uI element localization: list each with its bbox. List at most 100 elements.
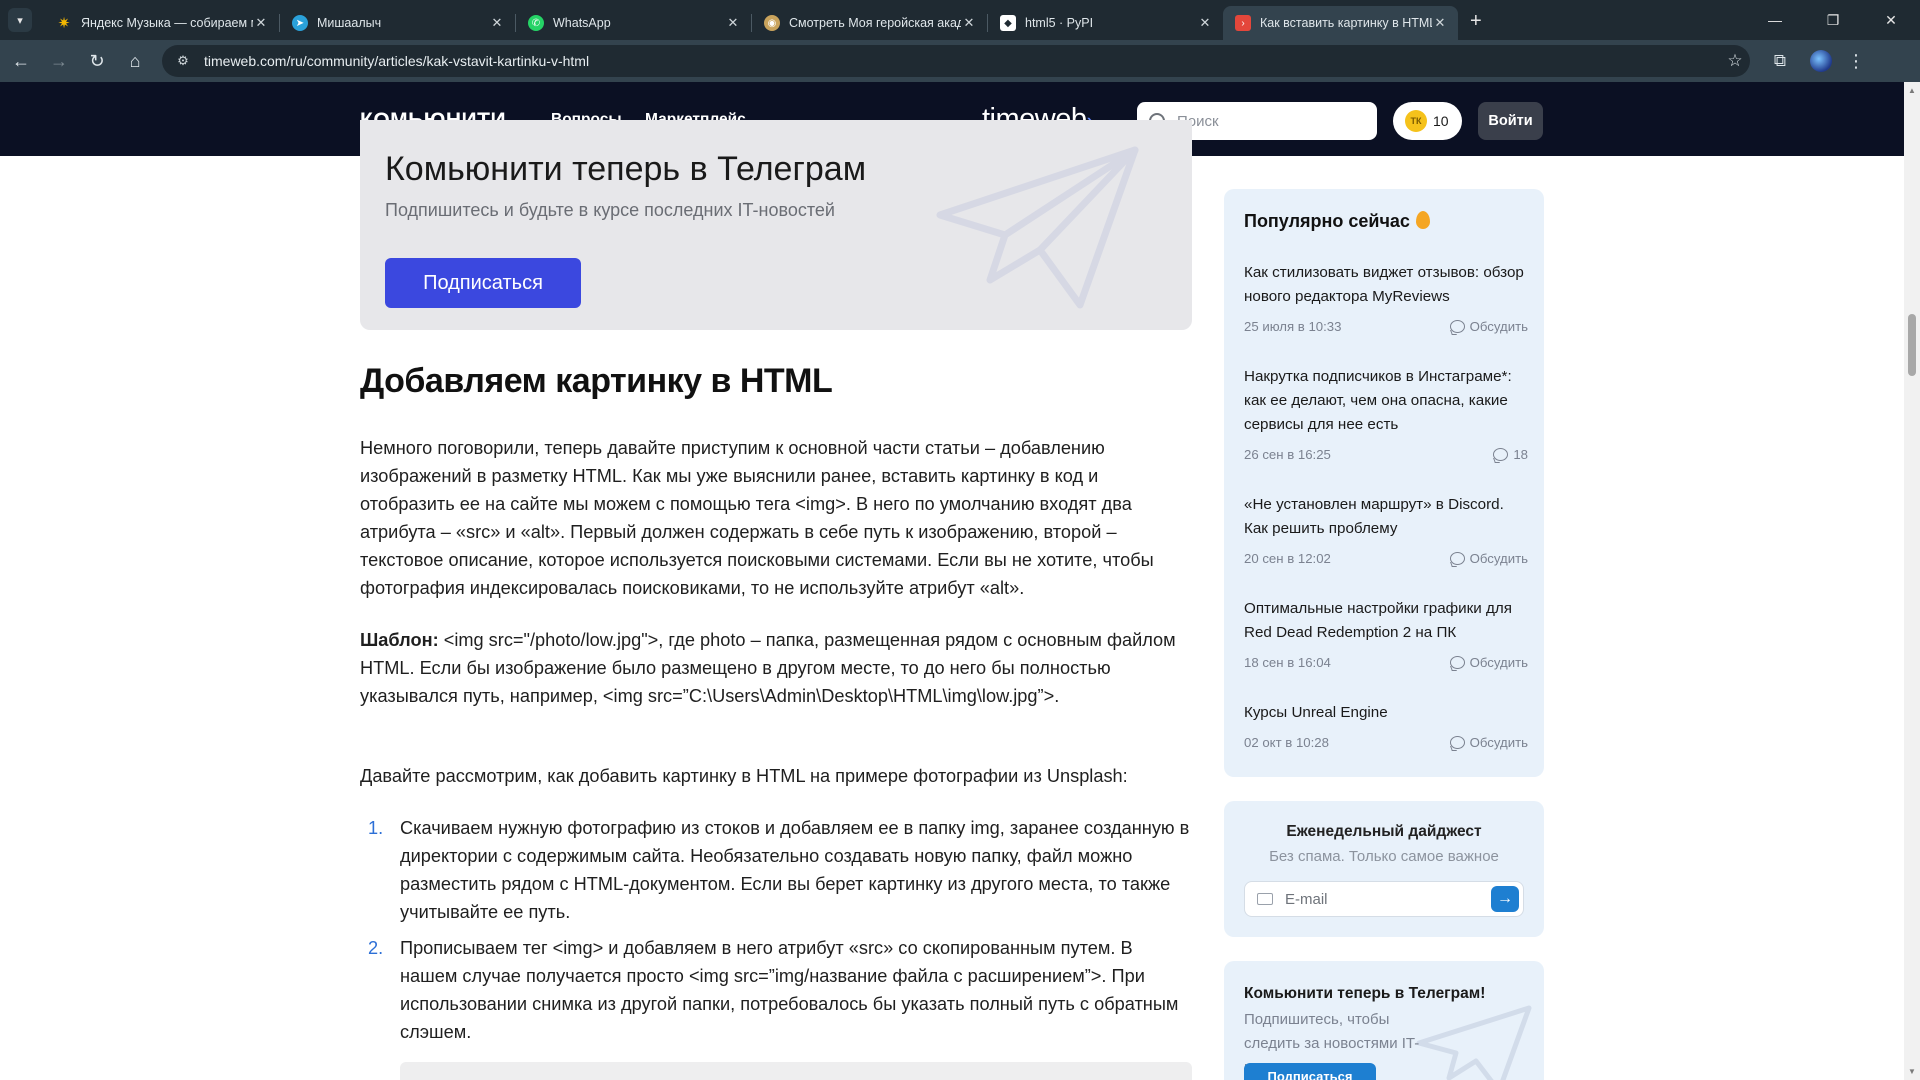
article-paragraph-1: Немного поговорили, теперь давайте прист…	[360, 438, 1154, 598]
close-icon[interactable]: ✕	[725, 15, 741, 31]
tab-pypi[interactable]: ◆ html5 · PyPI ✕	[988, 6, 1223, 40]
tab-title: Смотреть Моя геройская акад	[789, 16, 961, 30]
popular-item-title[interactable]: Курсы Unreal Engine	[1244, 701, 1528, 725]
scroll-up-icon[interactable]: ▲	[1908, 86, 1916, 95]
tab-title: Мишаалыч	[317, 16, 382, 30]
browser-tab-strip: ▾ ✷ Яндекс Музыка — собираем м ✕ ➤ Мишаа…	[0, 0, 1920, 40]
forward-arrow-icon[interactable]: →	[42, 44, 76, 78]
discuss-label: Обсудить	[1469, 735, 1528, 750]
scrollbar-thumb[interactable]	[1908, 314, 1916, 376]
fire-icon	[1415, 211, 1430, 229]
comments-count-link[interactable]: 18	[1493, 447, 1528, 462]
menu-dots-icon[interactable]: ⋮	[1844, 51, 1868, 72]
tab-title: Яндекс Музыка — собираем м	[81, 16, 253, 30]
restore-icon[interactable]: ❐	[1804, 0, 1862, 40]
close-window-icon[interactable]: ✕	[1862, 0, 1920, 40]
tab-timeweb-active[interactable]: › Как вставить картинку в HTML ✕	[1223, 6, 1458, 40]
anime-icon: ◉	[764, 15, 780, 31]
weekly-digest-panel: Еженедельный дайджест Без спама. Только …	[1224, 801, 1544, 937]
new-tab-plus-icon[interactable]: +	[1470, 10, 1482, 33]
close-icon[interactable]: ✕	[489, 15, 505, 31]
tab-title: Как вставить картинку в HTML	[1260, 16, 1432, 30]
comments-count: 18	[1513, 447, 1528, 462]
discuss-link[interactable]: Обсудить	[1449, 735, 1528, 750]
back-arrow-icon[interactable]: ←	[4, 44, 38, 78]
telegram-plane-icon	[936, 146, 1139, 309]
list-text: Прописываем тег <img> и добавляем в него…	[400, 938, 1179, 1042]
bookmark-star-icon[interactable]: ☆	[1720, 51, 1750, 71]
list-item: 2. Прописываем тег <img> и добавляем в н…	[360, 934, 1192, 1046]
close-icon[interactable]: ✕	[253, 15, 269, 31]
reload-icon[interactable]: ↻	[80, 44, 114, 78]
popular-item-title[interactable]: Оптимальные настройки графики для Red De…	[1244, 597, 1528, 645]
coins-count: 10	[1433, 113, 1449, 129]
discuss-label: Обсудить	[1469, 319, 1528, 334]
subscribe-button[interactable]: Подписаться	[385, 258, 581, 308]
login-button[interactable]: Войти	[1478, 102, 1543, 140]
email-field[interactable]: E-mail →	[1244, 881, 1524, 917]
submit-arrow-button[interactable]: →	[1491, 886, 1519, 912]
popular-item-title[interactable]: «Не установлен маршрут» в Discord. Как р…	[1244, 493, 1528, 541]
page-scrollbar[interactable]: ▲ ▼	[1904, 82, 1920, 1080]
popular-item-date: 25 июля в 10:33	[1244, 319, 1342, 334]
extensions-puzzle-icon[interactable]: ⧉	[1762, 51, 1798, 71]
profile-avatar[interactable]	[1810, 50, 1832, 72]
tg-subscribe-button[interactable]: Подписаться	[1244, 1063, 1376, 1080]
banner-title: Комьюнити теперь в Телеграм	[385, 150, 867, 188]
coins-balance[interactable]: ТК 10	[1393, 102, 1462, 140]
list-number: 1.	[368, 818, 384, 838]
close-icon[interactable]: ✕	[1197, 15, 1213, 31]
popular-item[interactable]: Накрутка подписчиков в Инстаграме*: как …	[1244, 365, 1528, 462]
comment-icon	[1493, 448, 1509, 461]
discuss-link[interactable]: Обсудить	[1449, 551, 1528, 566]
popular-item-date: 02 окт в 10:28	[1244, 735, 1329, 750]
tab-anime[interactable]: ◉ Смотреть Моя геройская акад ✕	[752, 6, 987, 40]
code-block-top	[400, 1062, 1192, 1080]
timeweb-icon: ›	[1235, 15, 1251, 31]
popular-item-title[interactable]: Как стилизовать виджет отзывов: обзор но…	[1244, 261, 1528, 309]
home-icon[interactable]: ⌂	[118, 44, 152, 78]
digest-subtitle: Без спама. Только самое важное	[1269, 848, 1499, 865]
popular-item[interactable]: Курсы Unreal Engine 02 окт в 10:28 Обсуди…	[1244, 701, 1528, 750]
email-placeholder: E-mail	[1285, 890, 1328, 908]
popular-item[interactable]: Как стилизовать виджет отзывов: обзор но…	[1244, 261, 1528, 334]
steps-list: 1. Скачиваем нужную фотографию из стоков…	[360, 814, 1192, 1054]
template-label: Шаблон:	[360, 630, 439, 650]
template-text: <img src="/photo/low.jpg">, где photo – …	[360, 630, 1176, 706]
list-text: Скачиваем нужную фотографию из стоков и …	[400, 818, 1190, 922]
list-number: 2.	[368, 938, 384, 958]
popular-item-title[interactable]: Накрутка подписчиков в Инстаграме*: как …	[1244, 365, 1528, 437]
close-icon[interactable]: ✕	[961, 15, 977, 31]
popular-item[interactable]: «Не установлен маршрут» в Discord. Как р…	[1244, 493, 1528, 566]
list-item: 1. Скачиваем нужную фотографию из стоков…	[360, 814, 1192, 926]
tab-title: WhatsApp	[553, 16, 611, 30]
discuss-link[interactable]: Обсудить	[1449, 319, 1528, 334]
yandex-music-icon: ✷	[57, 15, 71, 32]
banner-subtitle: Подпишитесь и будьте в курсе последних I…	[385, 200, 835, 220]
popular-item-date: 18 сен в 16:04	[1244, 655, 1331, 670]
comment-icon	[1449, 736, 1465, 749]
tab-telegram[interactable]: ➤ Мишаалыч ✕	[280, 6, 515, 40]
scroll-down-icon[interactable]: ▼	[1908, 1067, 1916, 1076]
comment-icon	[1449, 320, 1465, 333]
popular-title-text: Популярно сейчас	[1244, 211, 1410, 231]
tab-yandex-music[interactable]: ✷ Яндекс Музыка — собираем м ✕	[44, 6, 279, 40]
popular-title: Популярно сейчас	[1244, 211, 1430, 232]
comment-icon	[1449, 656, 1465, 669]
tab-search-button[interactable]: ▾	[8, 8, 32, 32]
comment-icon	[1449, 552, 1465, 565]
close-icon[interactable]: ✕	[1432, 15, 1448, 31]
address-bar[interactable]: ⚙ timeweb.com/ru/community/articles/kak-…	[162, 45, 1750, 77]
discuss-link[interactable]: Обсудить	[1449, 655, 1528, 670]
site-settings-icon[interactable]: ⚙	[174, 52, 192, 70]
telegram-sidebar-card: Комьюнити теперь в Телеграм! Подпишитесь…	[1224, 961, 1544, 1080]
telegram-banner: Комьюнити теперь в Телеграм Подпишитесь …	[360, 120, 1192, 330]
minimize-icon[interactable]: —	[1746, 0, 1804, 40]
article-heading: Добавляем картинку в HTML	[360, 362, 833, 400]
tab-whatsapp[interactable]: ✆ WhatsApp ✕	[516, 6, 751, 40]
coin-icon: ТК	[1405, 110, 1427, 132]
mail-icon	[1257, 893, 1273, 905]
popular-item[interactable]: Оптимальные настройки графики для Red De…	[1244, 597, 1528, 670]
digest-title: Еженедельный дайджест	[1286, 823, 1482, 840]
pypi-icon: ◆	[1000, 15, 1016, 31]
